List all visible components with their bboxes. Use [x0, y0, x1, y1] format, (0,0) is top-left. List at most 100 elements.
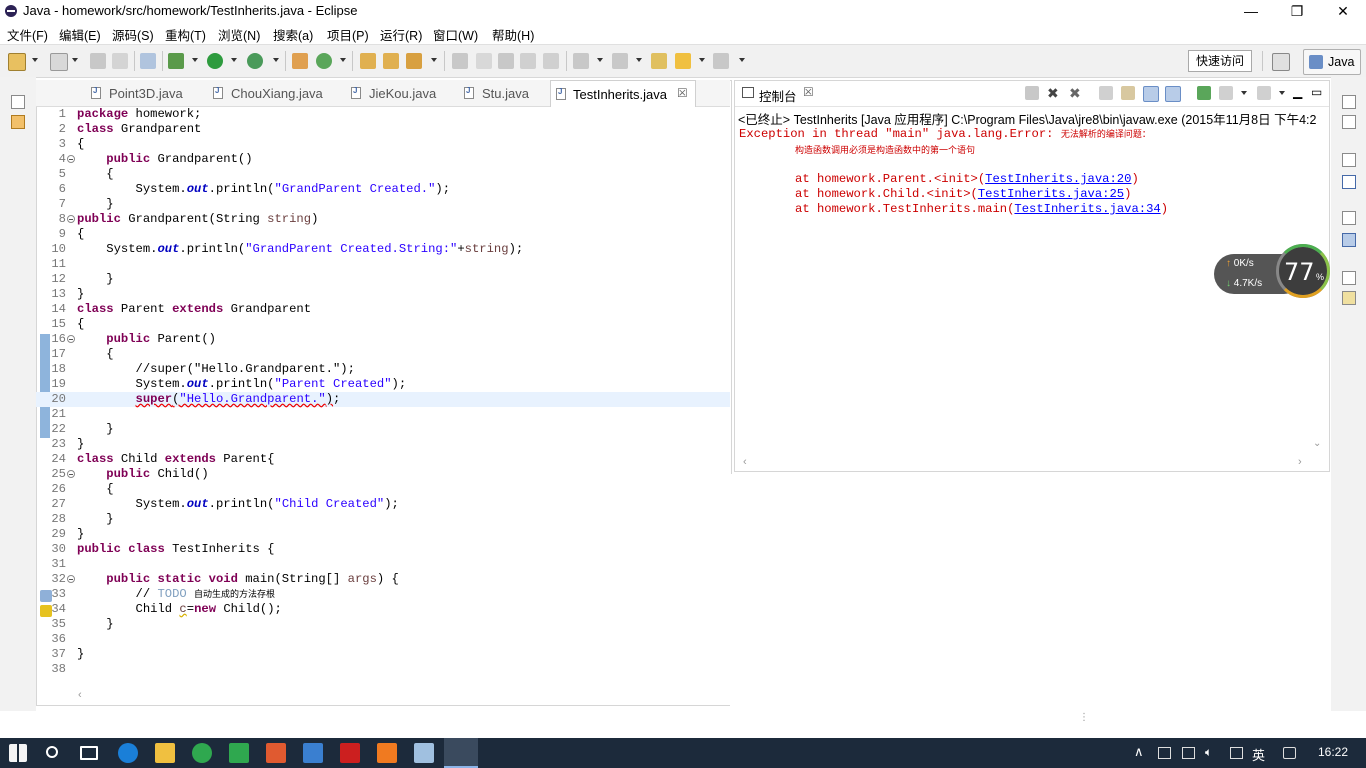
skip-breakpoints-icon[interactable]: [140, 53, 156, 69]
clock[interactable]: 16:22: [1318, 745, 1348, 759]
console-scroll-left-icon[interactable]: ‹: [743, 456, 747, 468]
minimize-button[interactable]: —: [1228, 0, 1274, 22]
run-icon[interactable]: [207, 53, 223, 69]
fold-icon[interactable]: [67, 215, 75, 223]
pin-console-icon[interactable]: [1197, 86, 1211, 100]
open-console-icon[interactable]: [1257, 86, 1271, 100]
terminate-icon[interactable]: [1025, 86, 1039, 100]
maximize-view-icon[interactable]: ▭: [1311, 86, 1325, 100]
fold-icon[interactable]: [67, 470, 75, 478]
display-console-dropdown-icon[interactable]: [1241, 91, 1247, 95]
tab-chouxiang[interactable]: ChouXiang.java: [213, 80, 343, 106]
browser-360-icon[interactable]: [192, 743, 212, 763]
scroll-lock-icon[interactable]: [1121, 86, 1135, 100]
search-icon[interactable]: [406, 53, 422, 69]
debug-icon[interactable]: [168, 53, 184, 69]
paint-icon[interactable]: [266, 743, 286, 763]
console-scroll-down-icon[interactable]: ⌄: [1313, 438, 1321, 449]
remove-launch-icon[interactable]: ✖: [1047, 86, 1061, 100]
new-java-package-icon[interactable]: [292, 53, 308, 69]
task-list-icon[interactable]: [1342, 115, 1356, 129]
windows-start-icon[interactable]: [9, 744, 27, 762]
fold-icon[interactable]: [67, 155, 75, 163]
network-icon[interactable]: [1182, 747, 1195, 759]
next-annotation-dropdown-icon[interactable]: [597, 58, 603, 62]
previous-annotation-dropdown-icon[interactable]: [636, 58, 642, 62]
restore-icon[interactable]: [1342, 211, 1356, 225]
run-external-dropdown-icon[interactable]: [273, 58, 279, 62]
new-file-dropdown-icon[interactable]: [72, 58, 78, 62]
forward-icon[interactable]: [713, 53, 729, 69]
search-dropdown-icon[interactable]: [431, 58, 437, 62]
console-tab[interactable]: 控制台 ☒: [737, 81, 821, 106]
new-file-icon[interactable]: [50, 53, 68, 71]
input-language[interactable]: 英: [1252, 745, 1265, 764]
menu-source[interactable]: 源码(S): [112, 25, 154, 44]
restore-icon[interactable]: [1342, 271, 1356, 285]
console-scroll-right-icon[interactable]: ›: [1298, 456, 1302, 468]
scroll-left-icon[interactable]: ‹: [78, 689, 82, 701]
tab-stu[interactable]: Stu.java: [464, 80, 554, 106]
menu-help[interactable]: 帮助(H): [492, 25, 534, 44]
network-monitor-widget[interactable]: ↑ 0K/s ↓ 4.7K/s 77 %: [1214, 244, 1332, 302]
debug-dropdown-icon[interactable]: [192, 58, 198, 62]
tab-jiekou[interactable]: JieKou.java: [351, 80, 461, 106]
notepad-icon[interactable]: [414, 743, 434, 763]
eclipse-task-icon[interactable]: [444, 738, 478, 768]
last-edit-icon[interactable]: [651, 53, 667, 69]
volume-icon[interactable]: 🔈︎: [1205, 745, 1212, 760]
package-explorer-icon[interactable]: [11, 115, 25, 129]
open-task-icon[interactable]: [383, 53, 399, 69]
restore-icon[interactable]: [11, 95, 25, 109]
ime-icon[interactable]: [1283, 747, 1296, 759]
stack-trace-link[interactable]: TestInherits.java:20: [985, 172, 1131, 186]
fold-icon[interactable]: [67, 335, 75, 343]
previous-annotation-icon[interactable]: [612, 53, 628, 69]
remove-all-launches-icon[interactable]: ✖: [1069, 86, 1083, 100]
minimize-view-icon[interactable]: ▁: [1293, 86, 1307, 100]
problems-icon[interactable]: [1342, 291, 1356, 305]
show-on-stdout-icon[interactable]: [1143, 86, 1159, 102]
tray-chevron-icon[interactable]: ∧: [1134, 744, 1144, 760]
restore-icon[interactable]: [1342, 153, 1356, 167]
menu-project[interactable]: 项目(P): [327, 25, 369, 44]
search-icon[interactable]: [46, 746, 58, 758]
new-dropdown-icon[interactable]: [32, 58, 38, 62]
edge-icon[interactable]: [118, 743, 138, 763]
task-view-icon[interactable]: [80, 746, 98, 760]
word-icon[interactable]: [303, 743, 323, 763]
menu-refactor[interactable]: 重构(T): [165, 25, 206, 44]
new-icon[interactable]: [8, 53, 26, 71]
open-perspective-icon[interactable]: [1272, 53, 1290, 71]
block-selection-icon[interactable]: [498, 53, 514, 69]
stack-trace-link[interactable]: TestInherits.java:25: [978, 187, 1124, 201]
outline-icon[interactable]: [1342, 175, 1356, 189]
show-on-stderr-icon[interactable]: [1165, 86, 1181, 102]
editor-horizontal-scrollbar[interactable]: ‹ ›: [78, 689, 1302, 704]
toggle-whitespace-icon[interactable]: [476, 53, 492, 69]
console-view-icon[interactable]: [1342, 233, 1356, 247]
close-console-icon[interactable]: ☒: [803, 85, 814, 99]
forward-dropdown-icon[interactable]: [739, 58, 745, 62]
drag-handle-icon[interactable]: ⋮: [1079, 713, 1089, 723]
tab-testinherits[interactable]: TestInherits.java ☒: [550, 80, 696, 107]
toggle-mark-icon[interactable]: [452, 53, 468, 69]
menu-file[interactable]: 文件(F): [7, 25, 48, 44]
new-class-dropdown-icon[interactable]: [340, 58, 346, 62]
app-green-icon[interactable]: [229, 743, 249, 763]
display-console-icon[interactable]: [1219, 86, 1233, 100]
word-wrap-icon[interactable]: [543, 53, 559, 69]
stack-trace-link[interactable]: TestInherits.java:34: [1014, 202, 1160, 216]
next-annotation-icon[interactable]: [573, 53, 589, 69]
powerpoint-icon[interactable]: [377, 743, 397, 763]
menu-window[interactable]: 窗口(W): [433, 25, 478, 44]
menu-edit[interactable]: 编辑(E): [59, 25, 101, 44]
back-icon[interactable]: [675, 53, 691, 69]
quick-access-input[interactable]: 快速访问: [1188, 50, 1252, 72]
save-all-icon[interactable]: [112, 53, 128, 69]
restore-icon[interactable]: [1342, 95, 1356, 109]
run-dropdown-icon[interactable]: [231, 58, 237, 62]
menu-run[interactable]: 运行(R): [380, 25, 422, 44]
run-external-icon[interactable]: [247, 53, 263, 69]
back-dropdown-icon[interactable]: [699, 58, 705, 62]
